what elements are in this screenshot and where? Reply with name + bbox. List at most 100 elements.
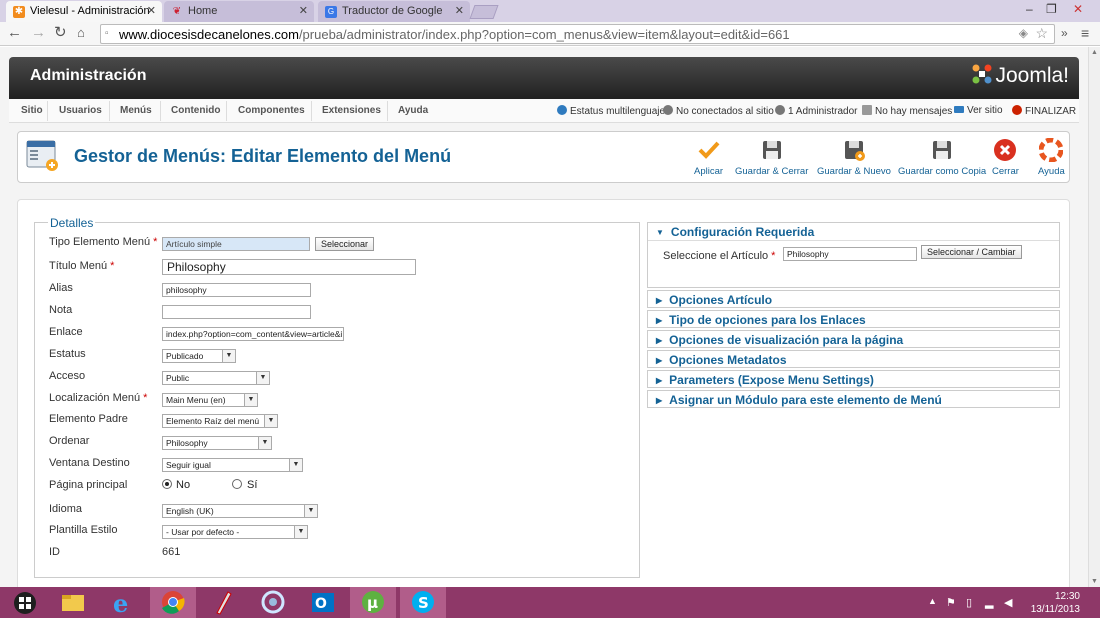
menu-sitio[interactable]: Sitio: [21, 105, 43, 116]
triangle-right-icon: ▶: [656, 316, 663, 325]
ordering-select[interactable]: Philosophy ▼: [162, 436, 272, 450]
status-multilanguage[interactable]: Estatus multilenguaje: [557, 105, 665, 117]
power-icon: [1012, 105, 1022, 115]
utorrent-taskbar-icon[interactable]: µ: [350, 587, 396, 618]
file-explorer-taskbar-icon[interactable]: [50, 587, 96, 618]
home-icon[interactable]: ⌂: [77, 25, 85, 41]
signal-icon[interactable]: ▂: [985, 596, 993, 609]
chevron-down-icon: ▼: [264, 415, 277, 427]
reload-icon[interactable]: ↻: [54, 25, 67, 41]
taskbar-clock[interactable]: 12:30 13/11/2013: [1031, 590, 1080, 616]
status-view-site[interactable]: Ver sitio: [954, 105, 1003, 116]
note-input[interactable]: [162, 305, 311, 319]
access-select[interactable]: Public ▼: [162, 371, 270, 385]
select-change-article-button[interactable]: Seleccionar / Cambiar: [921, 245, 1022, 259]
close-icon: [994, 139, 1017, 161]
more-arrows-icon[interactable]: »: [1061, 25, 1068, 41]
menu-ayuda[interactable]: Ayuda: [398, 105, 428, 116]
vertical-scrollbar[interactable]: ▲ ▼: [1088, 47, 1100, 587]
volume-icon[interactable]: ◀: [1004, 596, 1012, 609]
close-button[interactable]: Cerrar: [992, 138, 1019, 177]
save-copy-icon: [933, 141, 952, 159]
window-close-icon[interactable]: ✕: [1073, 2, 1083, 16]
outlook-taskbar-icon[interactable]: O: [300, 587, 346, 618]
chrome-taskbar-icon[interactable]: [150, 587, 196, 618]
save-new-button[interactable]: Guardar & Nuevo: [817, 138, 891, 177]
menu-componentes[interactable]: Componentes: [238, 105, 305, 116]
status-messages[interactable]: No hay mensajes: [862, 105, 952, 117]
skype-taskbar-icon[interactable]: S: [400, 587, 446, 618]
pane-article-options[interactable]: ▶ Opciones Artículo: [647, 290, 1060, 308]
minimize-icon[interactable]: –: [1026, 2, 1033, 16]
default-page-yes-radio[interactable]: [232, 479, 242, 489]
menu-icon[interactable]: ≡: [1081, 25, 1089, 41]
globe-icon: [557, 105, 567, 115]
menu-item-type-field: Artículo simple: [162, 237, 310, 251]
pane-parameters[interactable]: ▶ Parameters (Expose Menu Settings): [647, 370, 1060, 388]
new-tab-button[interactable]: [469, 5, 499, 19]
pane-module-assignment[interactable]: ▶ Asignar un Módulo para este elemento de…: [647, 390, 1060, 408]
url-domain: www.diocesisdecanelones.com: [119, 27, 299, 42]
close-tab-icon[interactable]: ✕: [299, 4, 308, 17]
close-tab-icon[interactable]: ✕: [147, 4, 156, 17]
chevron-down-icon: ▼: [258, 437, 271, 449]
template-style-select[interactable]: - Usar por defecto - ▼: [162, 525, 308, 539]
back-icon[interactable]: ←: [7, 25, 22, 41]
flag-icon[interactable]: ⚑: [946, 596, 956, 609]
menu-usuarios[interactable]: Usuarios: [59, 105, 102, 116]
save-copy-button[interactable]: Guardar como Copia: [898, 138, 986, 177]
page-icon: ▫: [105, 28, 109, 39]
tray-expand-icon[interactable]: ▲: [928, 596, 937, 606]
menu-location-select[interactable]: Main Menu (en) ▼: [162, 393, 258, 407]
close-tab-icon[interactable]: ✕: [455, 4, 464, 17]
pane-metadata-options[interactable]: ▶ Opciones Metadatos: [647, 350, 1060, 368]
label-target-window: Ventana Destino: [49, 457, 130, 469]
start-button-icon[interactable]: [12, 591, 38, 615]
maximize-icon[interactable]: ❐: [1046, 2, 1057, 16]
apply-button[interactable]: Aplicar: [694, 138, 723, 177]
default-page-no-radio[interactable]: [162, 479, 172, 489]
parent-item-select[interactable]: Elemento Raíz del menú ▼: [162, 414, 278, 428]
help-button[interactable]: Ayuda: [1038, 138, 1065, 177]
url-input[interactable]: ▫ www.diocesisdecanelones.com/prueba/adm…: [100, 24, 1055, 44]
label-select-article: Seleccione el Artículo *: [663, 250, 776, 262]
page-viewport: Administración Joomla! Sitio Usuarios Me…: [0, 47, 1088, 587]
bookmark-star-icon[interactable]: ☆: [1035, 25, 1048, 42]
chevron-down-icon: ▼: [222, 350, 235, 362]
tab-title: Vielesul - Administración: [30, 5, 150, 17]
pane-link-options[interactable]: ▶ Tipo de opciones para los Enlaces: [647, 310, 1060, 328]
label-menu-location: Localización Menú *: [49, 392, 148, 404]
alias-input[interactable]: philosophy: [162, 283, 311, 297]
internet-explorer-taskbar-icon[interactable]: e: [100, 587, 146, 618]
save-close-button[interactable]: Guardar & Cerrar: [735, 138, 808, 177]
network-app-taskbar-icon[interactable]: [250, 587, 296, 618]
browser-tab-bar: ✱ Vielesul - Administración ✕ ❦ Home ✕ G…: [0, 0, 1100, 22]
save-new-icon: [844, 141, 865, 161]
pen-app-taskbar-icon[interactable]: [200, 587, 246, 618]
toolbar: Gestor de Menús: Editar Elemento del Men…: [17, 131, 1070, 183]
tab-title: Home: [188, 5, 218, 17]
select-type-button[interactable]: Seleccionar: [315, 237, 375, 251]
language-select[interactable]: English (UK) ▼: [162, 504, 318, 518]
joomla-logo[interactable]: Joomla!: [971, 63, 1069, 88]
tab-vielesul[interactable]: ✱ Vielesul - Administración ✕: [6, 1, 162, 22]
joomla-favicon-icon: ✱: [13, 6, 25, 18]
status-select[interactable]: Publicado ▼: [162, 349, 236, 363]
tab-home[interactable]: ❦ Home ✕: [164, 1, 314, 22]
url-path: /prueba/administrator/index.php?option=c…: [298, 27, 790, 42]
forward-icon[interactable]: →: [31, 25, 46, 41]
target-window-select[interactable]: Seguir igual ▼: [162, 458, 303, 472]
tab-translate[interactable]: G Traductor de Google ✕: [318, 1, 470, 22]
battery-icon[interactable]: ▯: [966, 596, 972, 609]
menu-extensiones[interactable]: Extensiones: [322, 105, 381, 116]
label-ordering: Ordenar: [49, 435, 90, 447]
default-page-yes-label: Sí: [247, 479, 258, 491]
required-settings-header[interactable]: ▼ Configuración Requerida: [656, 225, 814, 239]
menu-contenido[interactable]: Contenido: [171, 105, 220, 116]
menu-menus[interactable]: Menús: [120, 105, 152, 116]
menu-title-input[interactable]: Philosophy: [162, 259, 416, 275]
status-logout[interactable]: FINALIZAR: [1012, 105, 1076, 117]
extension-icon[interactable]: ◈: [1019, 26, 1028, 40]
pane-display-options[interactable]: ▶ Opciones de visualización para la págin…: [647, 330, 1060, 348]
clock-time: 12:30: [1054, 591, 1080, 602]
